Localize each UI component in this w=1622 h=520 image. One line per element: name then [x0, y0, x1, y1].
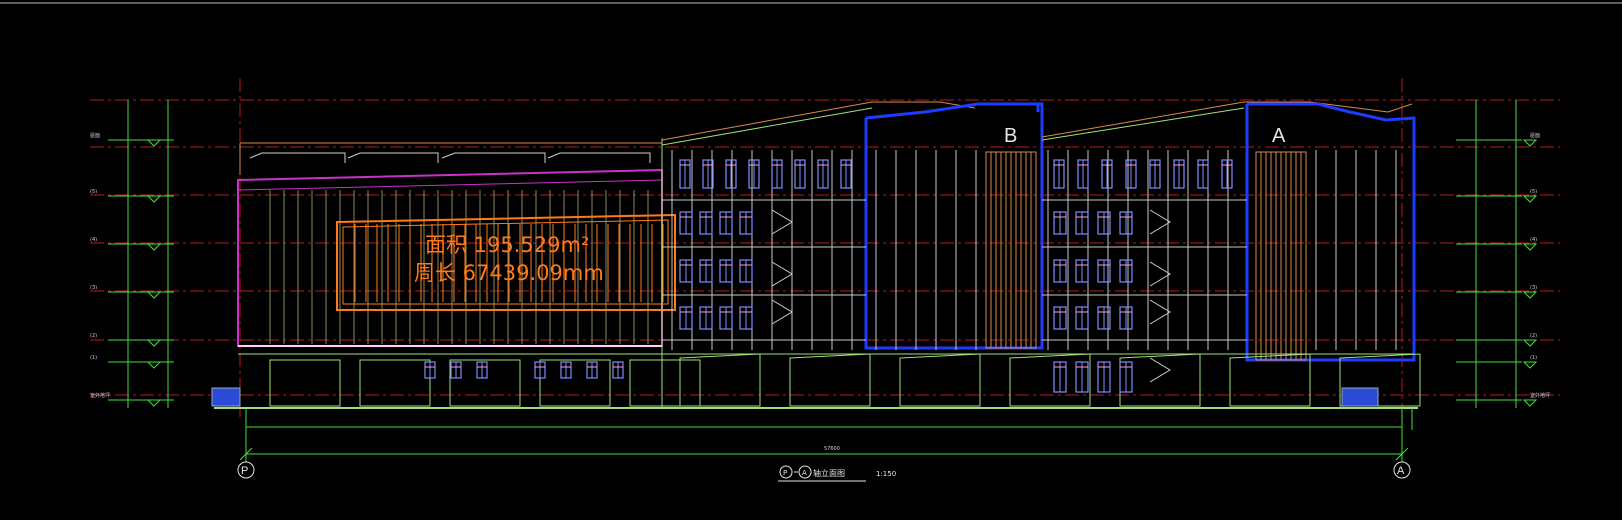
left-elevation-dimensions: 屋面 (5) (4) (3) (2) (1) 室外地坪 — [90, 100, 174, 408]
level-label: 屋面 — [1530, 133, 1540, 139]
storefront-bay — [539, 359, 611, 407]
level-label: (4) — [90, 237, 97, 243]
level-marker — [1522, 399, 1538, 407]
cad-viewport[interactable]: B A 面积 195.529m² 周长 67439.09mm 屋面 (5) (4) (… — [0, 0, 1622, 520]
level-label: (2) — [90, 333, 97, 339]
level-label: (1) — [90, 355, 97, 361]
block-label-a: A — [1272, 125, 1286, 147]
level-marker — [1522, 195, 1538, 203]
overall-dimension — [239, 408, 1413, 462]
ground-bay — [1229, 353, 1311, 407]
level-label: (4) — [1530, 237, 1537, 243]
level-label: 室外地坪 — [1530, 392, 1550, 399]
block-label-b: B — [1004, 125, 1017, 147]
grid-label-left: P — [241, 465, 248, 477]
storefront-bay — [359, 359, 431, 407]
svg-text:P: P — [783, 469, 787, 477]
stair-mark — [1149, 299, 1171, 325]
level-label: (5) — [90, 189, 97, 195]
grid-bubble-right: A — [1393, 408, 1411, 479]
stair-mark — [1149, 357, 1171, 383]
level-marker — [1522, 139, 1538, 147]
level-marker — [146, 243, 162, 251]
drawing-title: P A 轴立面图 1:150 — [778, 465, 896, 482]
perimeter-readout: 周长 67439.09mm — [414, 261, 604, 285]
level-marker — [146, 399, 162, 407]
level-marker — [1522, 361, 1538, 369]
level-label: (2) — [1530, 333, 1537, 339]
entrance-box — [1341, 387, 1379, 407]
level-label: (3) — [90, 285, 97, 291]
ground-bay — [899, 353, 981, 407]
ground-bay — [679, 353, 761, 407]
level-label: 室外地坪 — [90, 392, 110, 399]
level-marker — [1522, 291, 1538, 299]
level-label: (5) — [1530, 189, 1537, 195]
grid-bubble-left: P — [237, 408, 255, 479]
building-outline — [211, 101, 1421, 409]
right-elevation-dimensions: 屋面 (5) (4) (3) (2) (1) 室外地坪 — [1456, 100, 1550, 408]
title-text: 轴立面图 — [813, 468, 845, 478]
stair-mark — [771, 261, 793, 287]
level-marker — [1522, 243, 1538, 251]
stair-mark — [771, 209, 793, 235]
entrance-box — [211, 387, 241, 407]
stair-mark — [1149, 209, 1171, 235]
area-readout: 面积 195.529m² — [425, 233, 589, 257]
storefront-bay — [629, 359, 701, 407]
level-marker — [146, 139, 162, 147]
ground-bay — [789, 353, 871, 407]
storefront-bay — [269, 359, 341, 407]
stair-mark — [1149, 261, 1171, 287]
scale-label: 1:150 — [876, 470, 896, 478]
level-marker — [146, 291, 162, 299]
grid-label-right: A — [1397, 465, 1405, 477]
level-marker — [146, 339, 162, 347]
level-marker — [146, 361, 162, 369]
level-label: (3) — [1530, 285, 1537, 291]
level-label: (1) — [1530, 355, 1537, 361]
elevation-drawing: B A 面积 195.529m² 周长 67439.09mm 屋面 (5) (4) (… — [0, 2, 1622, 482]
stair-mark — [771, 299, 793, 325]
svg-text:A: A — [802, 469, 807, 477]
level-label: 屋面 — [90, 133, 100, 139]
overall-length: 57600 — [824, 446, 840, 452]
level-marker — [146, 195, 162, 203]
level-marker — [1522, 339, 1538, 347]
